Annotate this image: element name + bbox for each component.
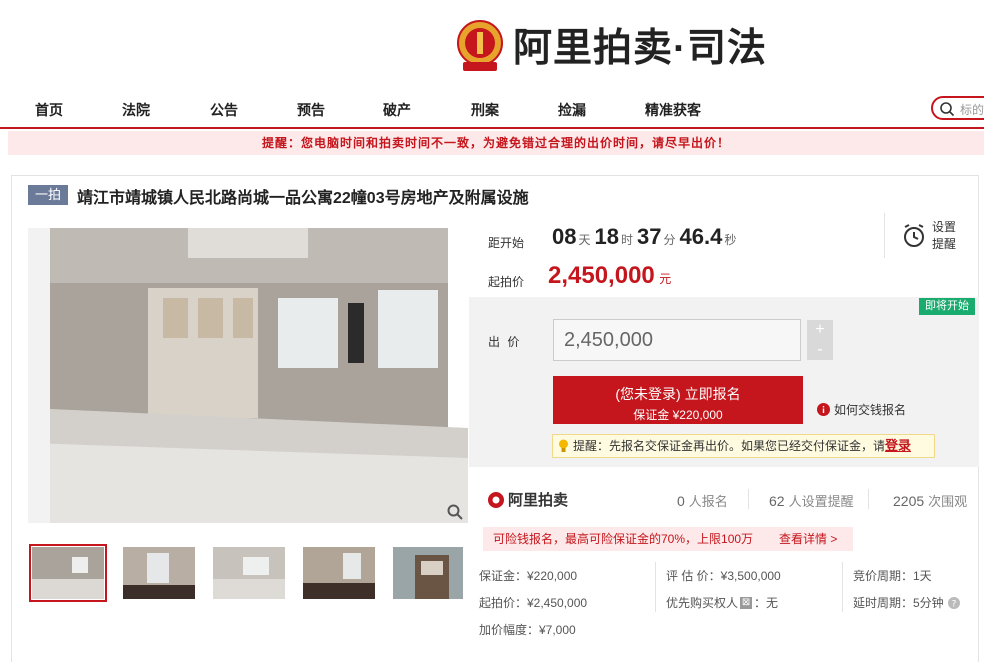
set-reminder-button[interactable]: 设置 提醒 bbox=[902, 219, 956, 253]
deposit-info: 保证金：¥220,000 bbox=[479, 569, 578, 583]
delay-text: 延时周期：5分钟 bbox=[853, 596, 944, 610]
signup-label: 人报名 bbox=[688, 494, 728, 509]
reminder-label-1: 设置 bbox=[932, 220, 957, 234]
alarm-clock-icon bbox=[904, 224, 924, 247]
alibaba-auction-icon bbox=[488, 491, 504, 508]
bid-amount-input[interactable]: 2,450,000 bbox=[553, 319, 801, 361]
thumbnail-3[interactable] bbox=[213, 547, 285, 599]
nav-bankruptcy[interactable]: 破产 bbox=[383, 100, 411, 120]
brand-name: 阿里拍卖·司法 bbox=[513, 27, 767, 70]
reminder-number: 62 bbox=[769, 493, 785, 509]
platform-name: 阿里拍卖 bbox=[508, 492, 569, 509]
room-photo-image bbox=[28, 228, 468, 523]
nav-announcement[interactable]: 公告 bbox=[210, 100, 238, 120]
view-label: 次围观 bbox=[928, 494, 968, 509]
search-input[interactable]: 标的物 bbox=[931, 96, 984, 120]
nav-home[interactable]: 首页 bbox=[35, 100, 63, 120]
svg-text:?: ? bbox=[951, 599, 956, 609]
nav-criminal[interactable]: 刑案 bbox=[471, 100, 499, 120]
reminder-divider bbox=[884, 213, 885, 258]
register-now-button[interactable]: (您未登录) 立即报名 保证金 ¥220,000 bbox=[553, 376, 803, 424]
start-price-unit: 元 bbox=[659, 272, 672, 286]
start-price-value: 2,450,000 bbox=[548, 262, 655, 289]
countdown-hours: 18 bbox=[594, 224, 619, 249]
start-price-label: 起拍价 bbox=[488, 275, 525, 289]
time-notice: 提醒：您电脑时间和拍卖时间不一致，为避免错过合理的出价时间，请尽早出价！ bbox=[8, 131, 984, 155]
nav-court[interactable]: 法院 bbox=[122, 100, 150, 120]
increase-bid-button[interactable]: + bbox=[807, 320, 833, 340]
login-tip: 提醒：先报名交保证金再出价。如果您已经交付保证金，请登录 bbox=[552, 434, 935, 458]
countdown-minutes: 37 bbox=[637, 224, 662, 249]
increment-info: 加价幅度：¥7,000 bbox=[479, 623, 576, 637]
search-icon bbox=[940, 102, 955, 117]
countdown-days: 08 bbox=[552, 224, 577, 249]
register-button-label: (您未登录) 立即报名 bbox=[615, 386, 741, 402]
info-icon bbox=[817, 403, 830, 416]
main-nav: 首页 法院 公告 预告 破产 刑案 捡漏 精准获客 bbox=[0, 92, 984, 126]
thumbnail-2[interactable] bbox=[123, 547, 195, 599]
nav-preview[interactable]: 预告 bbox=[297, 100, 325, 120]
register-deposit-label: 保证金 ¥220,000 bbox=[633, 408, 723, 422]
details-divider-1 bbox=[655, 562, 656, 612]
how-to-pay-link[interactable]: 如何交钱报名 bbox=[817, 401, 906, 418]
bid-label: 出 价 bbox=[488, 335, 522, 349]
reminder-count: 62 人设置提醒 bbox=[769, 491, 854, 510]
appraisal-info: 评 估 价：¥3,500,000 bbox=[666, 569, 781, 583]
details-divider-2 bbox=[842, 562, 843, 612]
start-price-info: 起拍价：¥2,450,000 bbox=[479, 596, 588, 610]
insurance-promo: 可险钱报名，最高可险保证金的70%，上限100万 查看详情 > bbox=[483, 527, 853, 551]
priority-value: ：无 bbox=[754, 596, 779, 610]
promo-text: 可险钱报名，最高可险保证金的70%，上限100万 bbox=[493, 532, 754, 546]
promo-details-link[interactable]: 查看详情 > bbox=[779, 527, 837, 551]
thumbnail-4[interactable] bbox=[303, 547, 375, 599]
stats-divider-1 bbox=[748, 489, 749, 509]
view-count: 2205 次围观 bbox=[893, 491, 967, 510]
lightbulb-icon bbox=[559, 439, 568, 452]
countdown-minutes-unit: 分 bbox=[663, 233, 676, 247]
round-tag: 一拍 bbox=[28, 185, 68, 205]
countdown-seconds-unit: 秒 bbox=[724, 233, 737, 247]
alibaba-judicial-logo[interactable]: 阿里拍卖·司法 bbox=[455, 17, 767, 73]
signup-number: 0 bbox=[677, 493, 685, 509]
main-photo[interactable] bbox=[28, 228, 468, 523]
login-link[interactable]: 登录 bbox=[885, 438, 911, 453]
thumbnail-1[interactable] bbox=[29, 544, 107, 602]
start-price: 2,450,000 元 bbox=[548, 262, 671, 290]
countdown-label: 距开始 bbox=[488, 236, 525, 250]
countdown-days-unit: 天 bbox=[578, 233, 591, 247]
search-placeholder: 标的物 bbox=[960, 103, 984, 117]
thumbnail-5[interactable] bbox=[393, 547, 463, 599]
court-emblem-icon bbox=[455, 18, 505, 72]
zoom-icon[interactable] bbox=[446, 503, 464, 526]
signup-count: 0 人报名 bbox=[677, 491, 728, 510]
delay-info: 延时周期：5分钟 ? bbox=[853, 594, 960, 611]
help-icon[interactable]: ? bbox=[947, 596, 960, 609]
how-to-pay-label: 如何交钱报名 bbox=[834, 403, 907, 417]
reminder-label-2: 提醒 bbox=[932, 237, 957, 251]
reminder-count-label: 人设置提醒 bbox=[788, 494, 854, 509]
decrease-bid-button[interactable]: - bbox=[807, 340, 833, 360]
priority-buyer-info: 优先购买权人 ⊠ ：无 bbox=[666, 594, 778, 611]
stats-divider-2 bbox=[868, 489, 869, 509]
cycle-info: 竞价周期：1天 bbox=[853, 569, 932, 583]
nav-divider bbox=[0, 127, 984, 129]
priority-badge-icon: ⊠ bbox=[740, 596, 753, 609]
countdown-timer: 08 天 18 时 37 分 46.4 秒 bbox=[552, 224, 740, 250]
status-badge: 即将开始 bbox=[919, 298, 975, 315]
alibaba-auction-logo: 阿里拍卖 bbox=[487, 489, 568, 510]
countdown-seconds: 46.4 bbox=[679, 224, 723, 249]
view-number: 2205 bbox=[893, 493, 925, 509]
nav-precise-leads[interactable]: 精准获客 bbox=[645, 100, 701, 120]
priority-label: 优先购买权人 bbox=[666, 596, 739, 610]
countdown-hours-unit: 时 bbox=[620, 233, 633, 247]
nav-bargain[interactable]: 捡漏 bbox=[558, 100, 586, 120]
item-title: 靖江市靖城镇人民北路尚城一品公寓22幢03号房地产及附属设施 bbox=[77, 190, 529, 207]
tip-text: 提醒：先报名交保证金再出价。如果您已经交付保证金，请 bbox=[573, 439, 886, 453]
